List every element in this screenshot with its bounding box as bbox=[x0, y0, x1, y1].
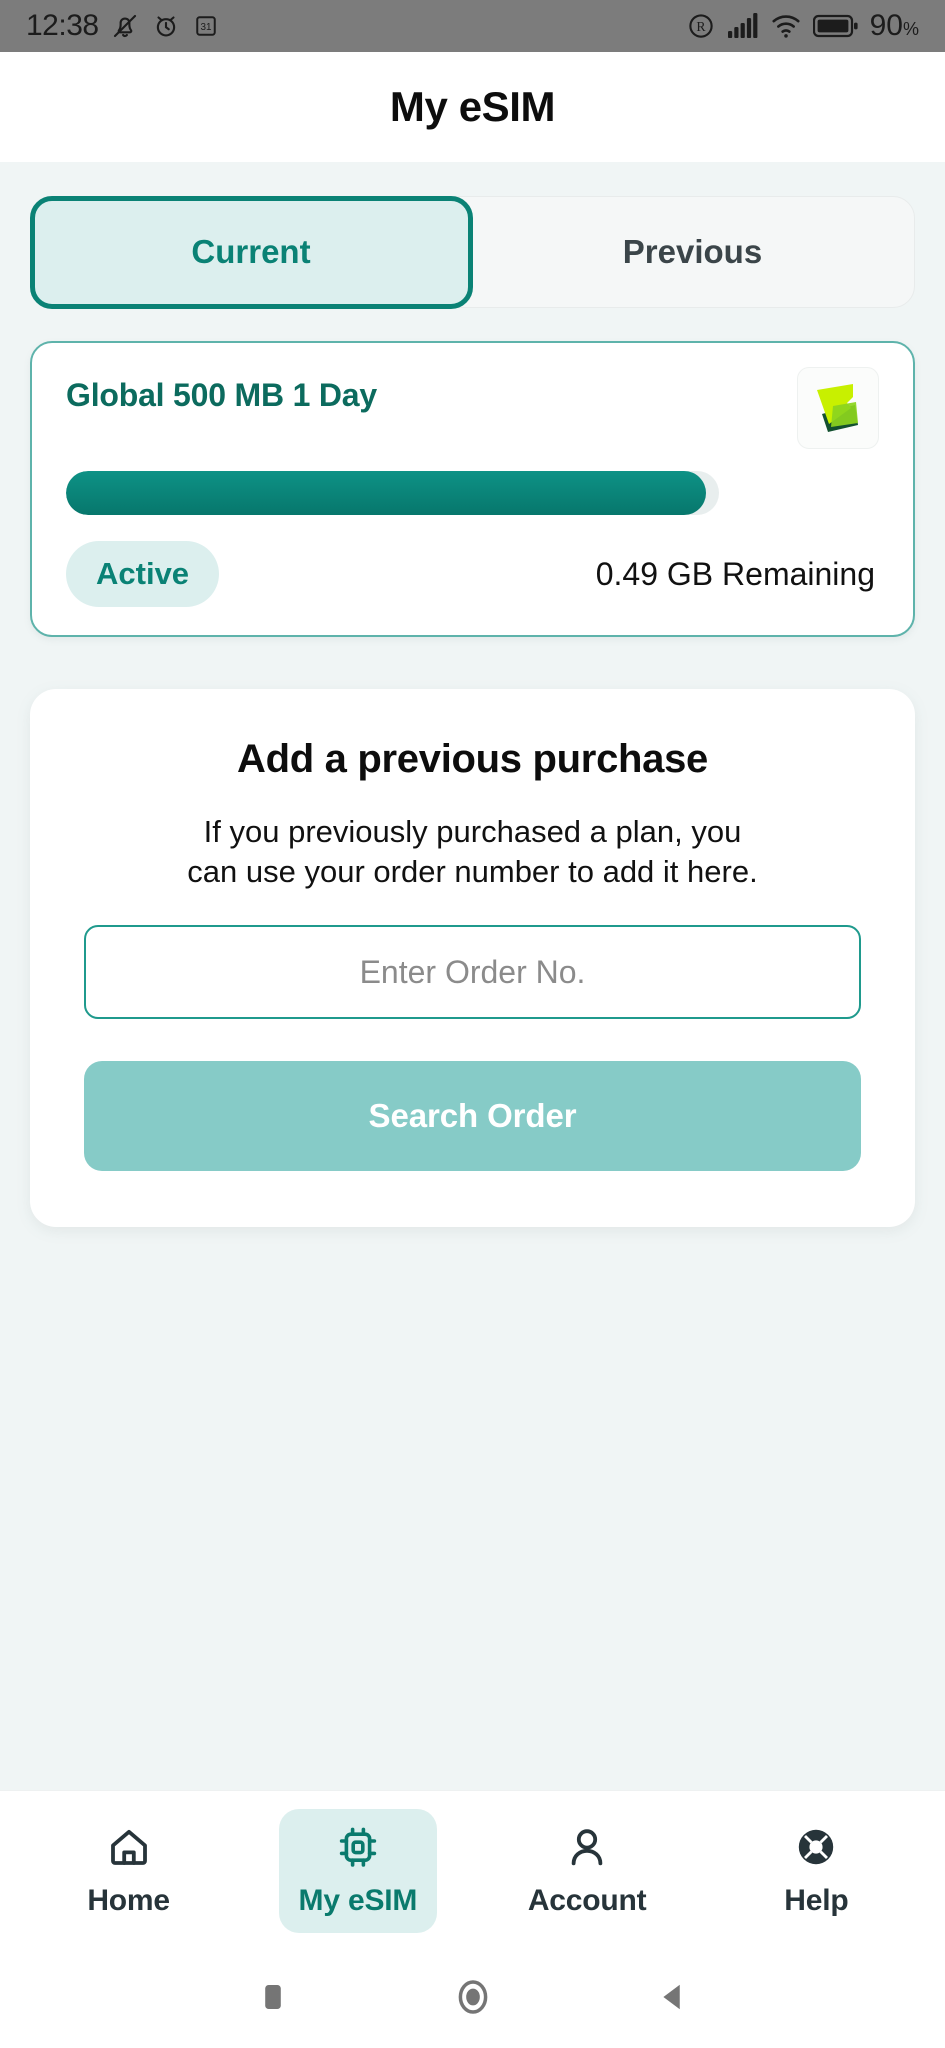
svg-text:31: 31 bbox=[200, 22, 212, 33]
purchase-card-title: Add a previous purchase bbox=[236, 737, 708, 781]
status-bar-left: 12:38 31 bbox=[26, 9, 220, 43]
status-bar-right: R 90% bbox=[686, 9, 919, 43]
data-usage-progress-bar bbox=[66, 471, 719, 515]
triangle-left-icon bbox=[655, 1979, 691, 2020]
status-time: 12:38 bbox=[26, 9, 99, 42]
add-previous-purchase-card: Add a previous purchase If you previousl… bbox=[30, 689, 915, 1228]
home-button[interactable] bbox=[373, 1976, 573, 2023]
data-remaining-label: 0.49 GB Remaining bbox=[595, 555, 875, 592]
bottom-navigation: Home My eSIM Account Help bbox=[0, 1790, 945, 1950]
tab-previous[interactable]: Previous bbox=[471, 197, 914, 307]
nav-label-home: Home bbox=[87, 1884, 170, 1917]
tab-current[interactable]: Current bbox=[29, 195, 473, 309]
home-icon bbox=[105, 1823, 153, 1876]
nav-label-help: Help bbox=[784, 1884, 849, 1917]
esim-provider-logo bbox=[797, 367, 879, 449]
tab-previous-label: Previous bbox=[622, 233, 763, 270]
tab-current-label: Current bbox=[191, 233, 311, 270]
person-icon bbox=[563, 1823, 611, 1876]
esim-plan-card[interactable]: Global 500 MB 1 Day Active 0.49 GB Remai… bbox=[30, 341, 915, 637]
battery-percent-symbol: % bbox=[902, 19, 919, 39]
registered-icon: R bbox=[686, 11, 716, 41]
square-icon bbox=[256, 1980, 290, 2019]
data-usage-progress-fill bbox=[66, 471, 706, 515]
battery-percent-value: 90 bbox=[869, 9, 903, 42]
lifebuoy-icon bbox=[792, 1823, 840, 1876]
nav-label-account: Account bbox=[527, 1884, 647, 1917]
sim-chip-icon bbox=[334, 1823, 382, 1876]
circle-icon bbox=[452, 1976, 494, 2023]
nav-item-home[interactable]: Home bbox=[50, 1809, 208, 1933]
tab-bar: Current Previous bbox=[29, 195, 915, 309]
recents-button[interactable] bbox=[173, 1980, 373, 2019]
mute-icon bbox=[110, 11, 140, 41]
nav-label-my-esim: My eSIM bbox=[298, 1884, 418, 1917]
status-bar: 12:38 31 R 90% bbox=[0, 0, 945, 52]
alarm-icon bbox=[151, 11, 181, 41]
purchase-desc-line-2: can use your order number to add it here… bbox=[187, 853, 758, 889]
purchase-desc-line-1: If you previously purchased a plan, you bbox=[203, 814, 742, 849]
order-number-input[interactable] bbox=[84, 925, 861, 1020]
nav-item-help[interactable]: Help bbox=[737, 1809, 895, 1933]
calendar-icon: 31 bbox=[192, 12, 220, 40]
nav-item-my-esim[interactable]: My eSIM bbox=[278, 1808, 437, 1933]
page-title: My eSIM bbox=[389, 83, 556, 130]
plan-card-footer: Active 0.49 GB Remaining bbox=[66, 541, 879, 607]
app-root: 12:38 31 R 90% My eSIM Current Previous … bbox=[0, 0, 945, 2048]
search-order-button[interactable]: Search Order bbox=[84, 1061, 861, 1172]
wifi-icon bbox=[770, 12, 802, 40]
plan-title: Global 500 MB 1 Day bbox=[66, 377, 377, 413]
system-navigation-bar bbox=[0, 1950, 945, 2048]
main-content: Current Previous Global 500 MB 1 Day Act… bbox=[0, 162, 945, 1790]
status-badge: Active bbox=[66, 541, 220, 607]
battery-percent: 90% bbox=[870, 9, 919, 43]
purchase-card-description: If you previously purchased a plan, you … bbox=[84, 812, 861, 891]
page-header: My eSIM bbox=[0, 52, 945, 162]
back-button[interactable] bbox=[573, 1979, 773, 2020]
battery-icon bbox=[812, 13, 859, 39]
cellular-signal-icon bbox=[727, 12, 759, 40]
svg-text:R: R bbox=[696, 19, 706, 34]
nav-item-account[interactable]: Account bbox=[508, 1809, 666, 1933]
plan-card-header: Global 500 MB 1 Day bbox=[66, 367, 879, 449]
